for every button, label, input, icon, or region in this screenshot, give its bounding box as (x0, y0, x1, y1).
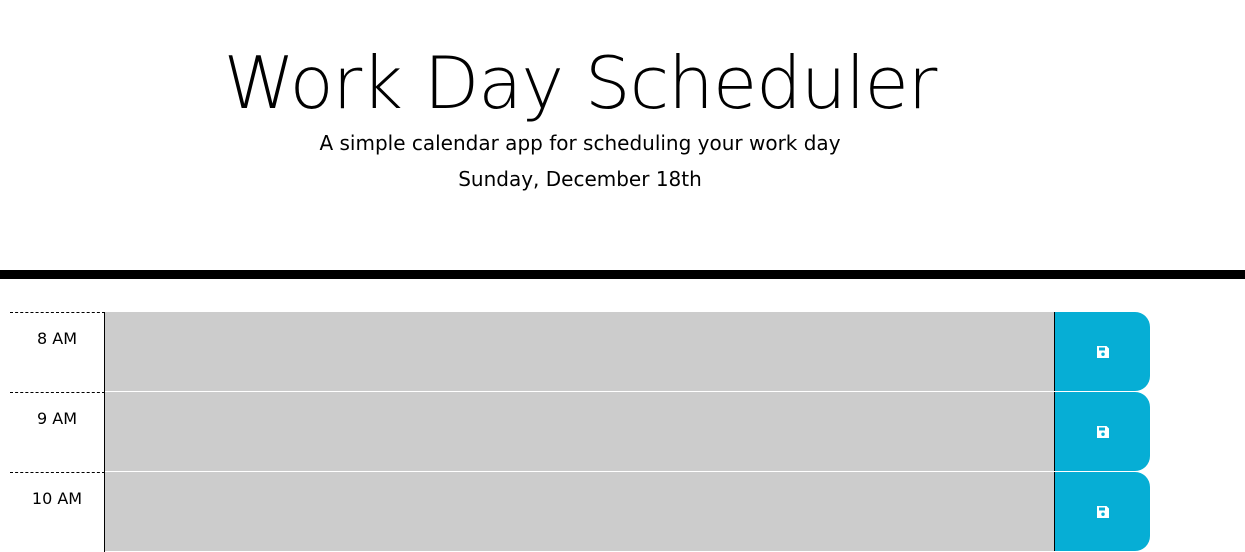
description-input[interactable] (105, 312, 1055, 391)
description-input[interactable] (105, 392, 1055, 471)
hour-label: 10 AM (10, 472, 105, 552)
save-button[interactable] (1055, 392, 1150, 471)
hour-label: 9 AM (10, 392, 105, 472)
save-button[interactable] (1055, 312, 1150, 391)
time-block-8am: 8 AM (10, 312, 1150, 392)
schedule-container: 8 AM 9 AM 10 AM (10, 312, 1150, 552)
description-input[interactable] (105, 472, 1055, 551)
header-jumbotron: Work Day Scheduler A simple calendar app… (0, 0, 1245, 279)
time-block-9am: 9 AM (10, 392, 1150, 472)
page-title: Work Day Scheduler (223, 41, 938, 125)
current-day: Sunday, December 18th (458, 167, 702, 191)
hour-label: 8 AM (10, 312, 105, 392)
floppy-disk-icon (1096, 425, 1109, 438)
floppy-disk-icon (1096, 505, 1109, 518)
time-block-10am: 10 AM (10, 472, 1150, 552)
page-subtitle: A simple calendar app for scheduling you… (319, 131, 841, 155)
floppy-disk-icon (1096, 345, 1109, 358)
save-button[interactable] (1055, 472, 1150, 551)
